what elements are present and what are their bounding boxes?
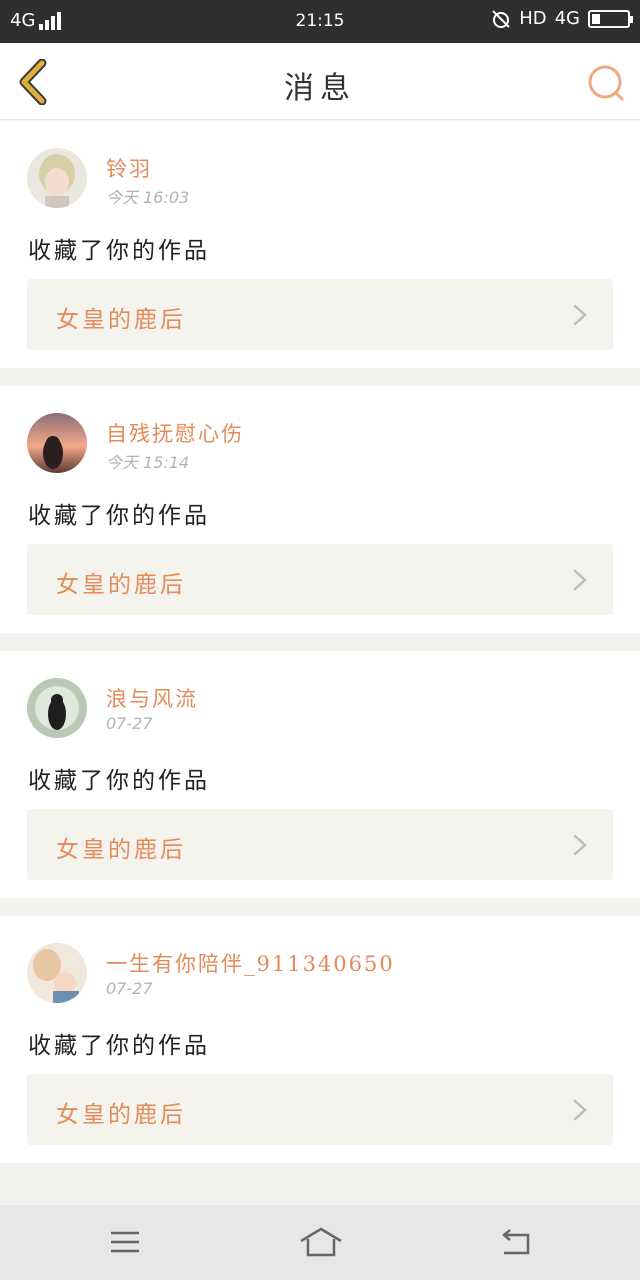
chevron-right-icon	[573, 569, 587, 591]
status-bar: 4G 21:15 HD 4G	[0, 0, 640, 43]
work-link[interactable]: 女皇的鹿后	[27, 1074, 613, 1145]
network-right-label: 4G	[554, 8, 580, 29]
action-text: 收藏了你的作品	[28, 768, 210, 794]
back-nav-button[interactable]	[496, 1225, 536, 1259]
timestamp: 今天 16:03	[106, 188, 190, 207]
user-name[interactable]: 铃羽	[106, 153, 152, 183]
chevron-right-icon	[573, 304, 587, 326]
work-link[interactable]: 女皇的鹿后	[27, 279, 613, 350]
avatar[interactable]	[27, 148, 87, 208]
search-icon	[588, 65, 624, 101]
system-nav-bar	[0, 1205, 640, 1280]
page-title: 消息	[284, 71, 356, 106]
action-text: 收藏了你的作品	[28, 1033, 210, 1059]
header: 消息	[0, 43, 640, 120]
search-button[interactable]	[586, 63, 626, 103]
work-link[interactable]: 女皇的鹿后	[27, 809, 613, 880]
home-icon	[300, 1227, 342, 1257]
hd-label: HD	[519, 8, 547, 29]
message-card: 铃羽 今天 16:03 收藏了你的作品 女皇的鹿后	[0, 121, 640, 368]
message-card: 自残抚慰心伤 今天 15:14 收藏了你的作品 女皇的鹿后	[0, 386, 640, 633]
chevron-right-icon	[573, 834, 587, 856]
home-button[interactable]	[298, 1225, 344, 1259]
timestamp: 07-27	[106, 979, 153, 998]
user-name[interactable]: 一生有你陪伴_911340650	[106, 948, 395, 978]
avatar[interactable]	[27, 943, 87, 1003]
work-title: 女皇的鹿后	[56, 307, 186, 333]
message-card: 浪与风流 07-27 收藏了你的作品 女皇的鹿后	[0, 651, 640, 898]
action-text: 收藏了你的作品	[28, 238, 210, 264]
battery-icon	[588, 9, 633, 28]
menu-icon	[111, 1231, 139, 1253]
work-title: 女皇的鹿后	[56, 572, 186, 598]
user-name[interactable]: 浪与风流	[106, 683, 198, 713]
user-name[interactable]: 自残抚慰心伤	[106, 418, 244, 448]
chevron-right-icon	[573, 1099, 587, 1121]
timestamp: 今天 15:14	[106, 453, 190, 472]
avatar[interactable]	[27, 413, 87, 473]
status-icons: HD 4G	[491, 8, 633, 29]
return-icon	[502, 1229, 530, 1255]
work-title: 女皇的鹿后	[56, 1102, 186, 1128]
timestamp: 07-27	[106, 714, 153, 733]
message-card: 一生有你陪伴_911340650 07-27 收藏了你的作品 女皇的鹿后	[0, 916, 640, 1163]
work-title: 女皇的鹿后	[56, 837, 186, 863]
message-list: 铃羽 今天 16:03 收藏了你的作品 女皇的鹿后 自残抚慰心伤 今天 15:1…	[0, 121, 640, 1181]
action-text: 收藏了你的作品	[28, 503, 210, 529]
avatar[interactable]	[27, 678, 87, 738]
menu-button[interactable]	[105, 1225, 145, 1259]
work-link[interactable]: 女皇的鹿后	[27, 544, 613, 615]
alarm-off-icon	[492, 9, 510, 28]
